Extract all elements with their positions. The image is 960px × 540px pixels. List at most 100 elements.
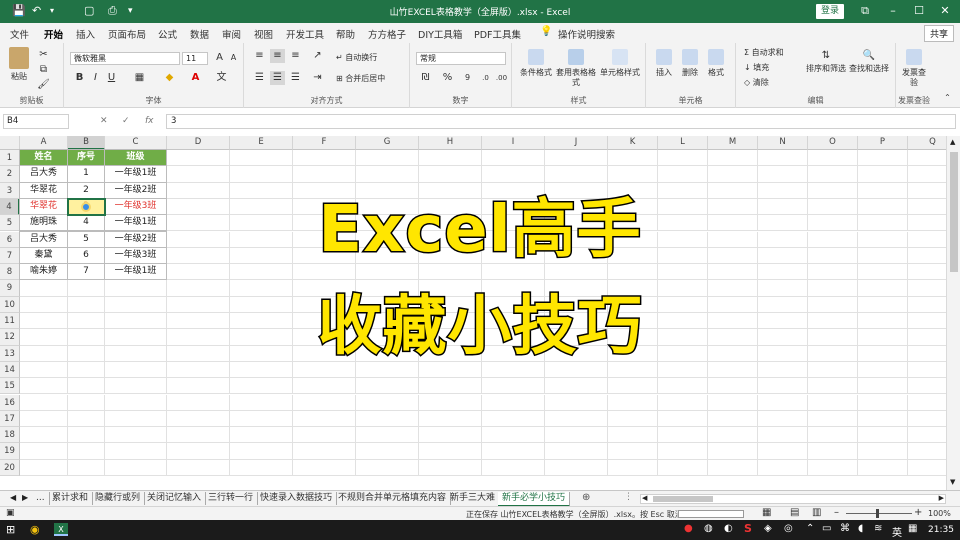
grid-cell[interactable]	[708, 182, 758, 199]
column-header[interactable]: M	[708, 136, 758, 150]
grid-cell[interactable]	[230, 345, 293, 362]
autosum-button[interactable]: Σ 自动求和	[744, 47, 784, 58]
grid-cell[interactable]	[858, 361, 908, 379]
grid-cell[interactable]	[20, 313, 68, 330]
align-bottom-icon[interactable]: ≡	[288, 49, 303, 63]
align-top-icon[interactable]: ≡	[252, 49, 267, 63]
borders-icon[interactable]: ▦	[132, 71, 147, 85]
grid-cell[interactable]	[167, 361, 230, 379]
grid-cell[interactable]	[858, 215, 908, 232]
align-middle-icon[interactable]: ≡	[270, 49, 285, 63]
grid-cell[interactable]	[708, 215, 758, 232]
grid-cell[interactable]	[167, 231, 230, 248]
grid-cell[interactable]	[167, 329, 230, 346]
grid-cell[interactable]	[658, 198, 708, 216]
grid-cell[interactable]	[858, 264, 908, 281]
grid-cell[interactable]	[858, 459, 908, 476]
clock[interactable]: 21:35	[928, 525, 954, 535]
cancel-icon[interactable]: ✕	[100, 116, 108, 126]
grow-font-icon[interactable]: A	[212, 51, 227, 65]
sheet-tab-active[interactable]: 新手必学小技巧	[498, 492, 571, 507]
grid-cell[interactable]	[167, 394, 230, 411]
table-cell[interactable]: 一年级2班	[104, 181, 167, 199]
select-all-corner[interactable]	[0, 136, 20, 150]
grid-cell[interactable]	[658, 459, 708, 476]
scroll-up-icon[interactable]: ▲	[950, 138, 955, 146]
find-select-button[interactable]: 🔍 查找和选择	[848, 49, 890, 74]
grid-cell[interactable]	[758, 150, 808, 167]
grid-cell[interactable]	[708, 459, 758, 476]
decrease-decimal-icon[interactable]: .00	[494, 71, 509, 85]
wechat-icon[interactable]: ◍	[704, 523, 713, 534]
increase-decimal-icon[interactable]: .0	[478, 71, 493, 85]
grid-cell[interactable]	[105, 378, 167, 395]
grid-cell[interactable]	[293, 410, 356, 428]
grid-cell[interactable]	[758, 410, 808, 428]
bold-icon[interactable]: B	[72, 71, 87, 85]
grid-cell[interactable]	[356, 394, 419, 411]
zoom-in-icon[interactable]: +	[914, 507, 922, 518]
column-header[interactable]: I	[482, 136, 545, 150]
grid-cell[interactable]	[230, 264, 293, 281]
grid-cell[interactable]	[545, 459, 608, 476]
row-header[interactable]: 15	[0, 378, 20, 395]
grid-cell[interactable]	[419, 394, 482, 411]
row-header[interactable]: 2	[0, 166, 20, 183]
grid-cell[interactable]	[167, 247, 230, 265]
table-cell[interactable]: 一年级2班	[104, 230, 167, 248]
grid-cell[interactable]	[708, 329, 758, 346]
table-cell[interactable]: 华翠花	[19, 197, 68, 216]
cell-styles-button[interactable]: 单元格样式	[598, 49, 642, 78]
format-as-table-button[interactable]: 套用表格格式	[556, 49, 596, 88]
tab-diy-toolbox[interactable]: DIY工具箱	[418, 27, 462, 41]
grid-cell[interactable]	[858, 313, 908, 330]
grid-cell[interactable]	[658, 247, 708, 265]
table-cell[interactable]: 7	[67, 263, 105, 281]
sort-filter-button[interactable]: ⇅ 排序和筛选	[806, 49, 846, 74]
format-painter-icon[interactable]: 🖌	[36, 78, 51, 92]
scroll-thumb[interactable]	[950, 152, 958, 272]
grid-cell[interactable]	[858, 182, 908, 199]
grid-cell[interactable]	[105, 296, 167, 313]
grid-cell[interactable]	[808, 182, 858, 199]
grid-cell[interactable]	[20, 394, 68, 411]
sheet-tab-more[interactable]: ...	[32, 492, 50, 505]
grid-cell[interactable]	[545, 443, 608, 460]
grid-cell[interactable]	[908, 395, 946, 411]
grid-cell[interactable]	[419, 410, 482, 428]
grid-cell[interactable]	[545, 394, 608, 411]
vertical-scrollbar[interactable]: ▲ ▼	[946, 136, 960, 490]
grid-cell[interactable]	[608, 443, 658, 460]
windows-start-icon[interactable]: ⊞	[6, 523, 15, 536]
grid-cell[interactable]	[708, 280, 758, 297]
grid-cell[interactable]	[858, 345, 908, 362]
column-header[interactable]: F	[293, 136, 356, 150]
row-header[interactable]: 12	[0, 329, 20, 346]
grid-cell[interactable]	[908, 329, 946, 346]
grid-cell[interactable]	[167, 215, 230, 232]
grid-cell[interactable]	[105, 345, 167, 362]
grid-cell[interactable]	[293, 443, 356, 460]
grid-cell[interactable]	[908, 427, 946, 444]
table-header-cell[interactable]: 序号	[67, 149, 105, 167]
grid-cell[interactable]	[808, 459, 858, 476]
grid-cell[interactable]	[708, 247, 758, 265]
grid-cell[interactable]	[908, 264, 946, 281]
grid-cell[interactable]	[908, 411, 946, 428]
grid-cell[interactable]	[658, 443, 708, 460]
grid-cell[interactable]	[167, 150, 230, 167]
confirm-icon[interactable]: ✓	[122, 116, 130, 126]
font-name-select[interactable]: 微软雅黑	[70, 52, 180, 65]
format-button[interactable]: 格式	[704, 49, 728, 78]
grid-cell[interactable]	[758, 231, 808, 248]
tab-splitter-icon[interactable]: ⋮	[624, 492, 633, 502]
grid-cell[interactable]	[167, 459, 230, 476]
sheet-tab[interactable]: 三行转一行	[204, 492, 259, 505]
ribbon-display-icon[interactable]: ⧉	[858, 4, 872, 18]
sheet-tab[interactable]: 新手三大难	[446, 492, 501, 505]
row-header[interactable]: 11	[0, 313, 20, 330]
italic-icon[interactable]: I	[88, 71, 103, 85]
grid-cell[interactable]	[808, 231, 858, 248]
grid-cell[interactable]	[356, 150, 419, 167]
grid-cell[interactable]	[608, 378, 658, 395]
